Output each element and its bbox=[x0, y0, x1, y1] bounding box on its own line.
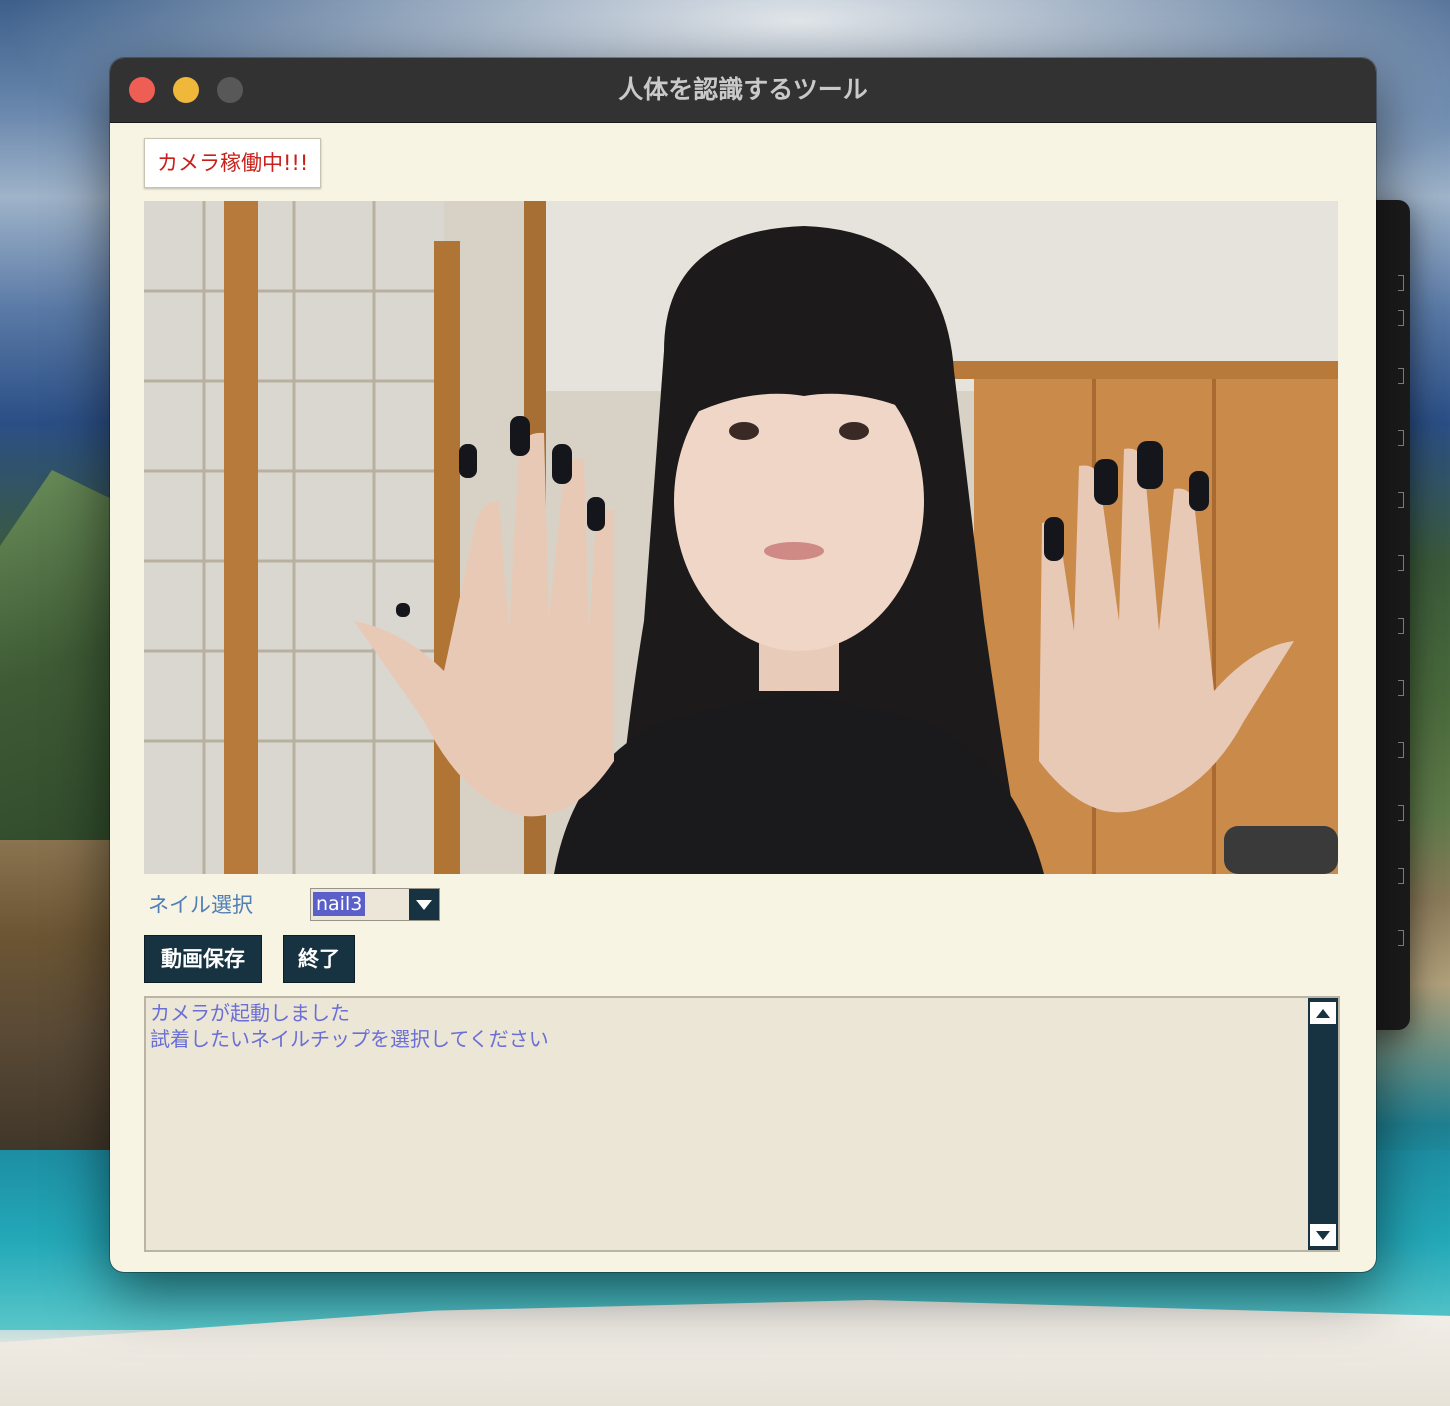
quit-button[interactable]: 終了 bbox=[283, 935, 355, 983]
window-title: 人体を認識するツール bbox=[618, 75, 868, 104]
camera-frame-image bbox=[144, 201, 1338, 874]
log-text: カメラが起動しました 試着したいネイルチップを選択してください bbox=[150, 1001, 549, 1051]
nail-select-label: ネイル選択 bbox=[148, 893, 253, 917]
scroll-up-arrow-icon[interactable] bbox=[1310, 1002, 1336, 1024]
log-scrollbar[interactable] bbox=[1308, 998, 1338, 1250]
scroll-down-arrow-icon[interactable] bbox=[1310, 1224, 1336, 1246]
title-bar[interactable]: 人体を認識するツール bbox=[110, 58, 1376, 123]
chevron-down-icon[interactable] bbox=[409, 889, 439, 920]
nail-select-dropdown[interactable]: nail3 bbox=[310, 888, 440, 921]
nail-select-value[interactable]: nail3 bbox=[313, 892, 366, 916]
camera-status-label: カメラ稼働中!!! bbox=[144, 138, 322, 188]
app-window: 人体を認識するツール カメラ稼働中!!! ネイル選択 nail3 動画保存 終了… bbox=[110, 58, 1376, 1272]
camera-preview bbox=[144, 201, 1338, 874]
save-video-button[interactable]: 動画保存 bbox=[144, 935, 262, 983]
log-textarea[interactable]: カメラが起動しました 試着したいネイルチップを選択してください bbox=[144, 996, 1340, 1252]
